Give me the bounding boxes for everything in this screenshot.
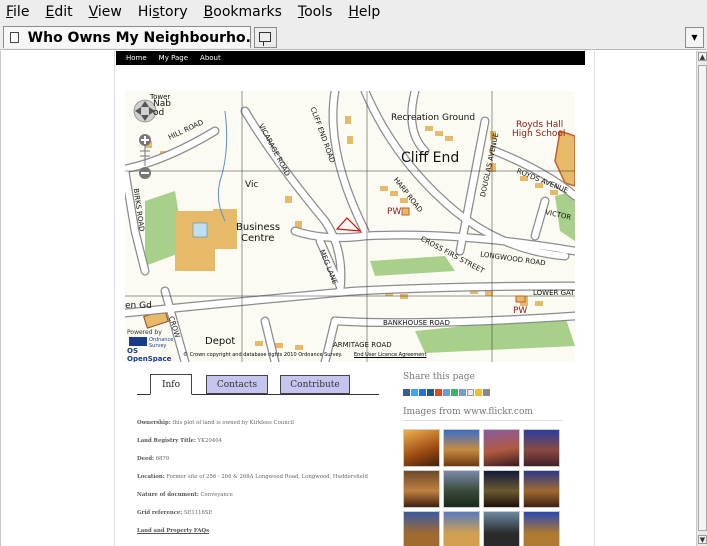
tab-info[interactable]: Info [150, 374, 192, 395]
document-icon [10, 32, 19, 43]
print-icon[interactable] [483, 389, 490, 396]
map-label-cliff-end: Cliff End [401, 150, 460, 166]
map-copyright: © Crown copyright and database rights 20… [183, 352, 343, 358]
browser-tab[interactable]: Who Owns My Neighbourho... [3, 26, 251, 48]
menu-tools[interactable]: Tools [298, 0, 333, 24]
flickr-image[interactable] [403, 511, 440, 546]
menu-file[interactable]: File [6, 0, 29, 24]
site-nav: Home My Page About [116, 51, 585, 65]
menu-help[interactable]: Help [348, 0, 380, 24]
tab-contacts[interactable]: Contacts [206, 375, 268, 394]
nav-about-link[interactable]: About [200, 54, 221, 62]
licence-agreement-link[interactable]: End User Licence Agreement [354, 352, 426, 358]
flickr-image[interactable] [443, 470, 480, 508]
tab-title: Who Owns My Neighbourho... [27, 29, 250, 46]
map-label-lower-gate: LOWER GATE [533, 289, 575, 297]
location-label: Location: [137, 474, 165, 480]
info-tabs: Info Contacts Contribute [137, 373, 379, 395]
menu-view[interactable]: View [89, 0, 122, 24]
menu-edit[interactable]: Edit [45, 0, 72, 24]
grid-reference-value: SE1116SE [183, 510, 213, 516]
flickr-image[interactable] [523, 511, 560, 546]
map-label-recreation-ground: Recreation Ground [391, 113, 476, 123]
map-attribution: © Crown copyright and database rights 20… [183, 352, 426, 358]
flickr-image[interactable] [483, 511, 520, 546]
nav-mypage-link[interactable]: My Page [159, 54, 188, 62]
digg-icon[interactable] [427, 389, 434, 396]
flickr-image[interactable] [403, 470, 440, 508]
map-label-bankhouse-road: BANKHOUSE ROAD [383, 319, 450, 327]
os-powered-by: Powered by [127, 329, 162, 336]
flickr-image[interactable] [443, 511, 480, 546]
share-icons [403, 389, 491, 396]
email-icon[interactable] [467, 389, 474, 396]
new-tab-icon [259, 32, 271, 46]
os-openspace-text: OS OpenSpace [127, 347, 172, 362]
flickr-image[interactable] [483, 470, 520, 508]
twitter-icon[interactable] [411, 389, 418, 396]
nature-value: Conveyance [200, 492, 233, 498]
map-label-pw-1: PW [387, 207, 402, 217]
grid-reference-label: Grid reference: [137, 510, 183, 516]
menu-history[interactable]: History [138, 0, 188, 24]
flickr-image[interactable] [523, 429, 560, 467]
flickr-image[interactable] [403, 429, 440, 467]
web-page: Home My Page About Tower Nab od Recreati… [114, 51, 595, 546]
new-tab-button[interactable] [254, 27, 277, 48]
map-label-od: od [153, 108, 165, 118]
map-label-pw-2: PW [513, 306, 528, 316]
menubar: File Edit View History Bookmarks Tools H… [0, 0, 707, 24]
land-property-faqs-link[interactable]: Land and Property FAQs [137, 528, 209, 534]
map-label-armitage-road: ARMITAGE ROAD [333, 341, 392, 349]
scroll-up-icon[interactable]: ▲ [698, 52, 707, 61]
map-label-centre: Centre [241, 233, 275, 244]
stumbleupon-icon[interactable] [435, 389, 442, 396]
ownership-value: this plot of land is owned by Kirklees C… [172, 420, 294, 426]
flickr-image[interactable] [443, 429, 480, 467]
chevron-down-icon: ▼ [691, 33, 698, 42]
map-view[interactable]: Tower Nab od Recreation Ground Royds Hal… [125, 91, 575, 362]
flickr-heading: Images from www.flickr.com [403, 407, 563, 421]
vertical-scrollbar[interactable]: ▲ ▼ [696, 51, 707, 546]
deed-label: Deed: [137, 456, 154, 462]
reddit-icon[interactable] [443, 389, 450, 396]
scrollbar-thumb[interactable] [698, 65, 707, 531]
menu-bookmarks[interactable]: Bookmarks [204, 0, 282, 24]
nature-label: Nature of document: [137, 492, 199, 498]
flickr-image[interactable] [523, 470, 560, 508]
location-value: Former site of 256 - 266 & 268A Longwood… [166, 474, 368, 480]
ownership-label: Ownership: [137, 420, 171, 426]
facebook-icon[interactable] [403, 389, 410, 396]
map-label-vic: Vic [245, 180, 259, 190]
tab-contribute[interactable]: Contribute [280, 375, 350, 394]
map-label-business: Business [236, 222, 281, 233]
flickr-image[interactable] [483, 429, 520, 467]
map-label-en-gd: en Gd [125, 301, 152, 311]
delicious-icon[interactable] [419, 389, 426, 396]
nav-home-link[interactable]: Home [126, 54, 147, 62]
tab-list-button[interactable]: ▼ [685, 27, 704, 48]
content-viewport: Home My Page About Tower Nab od Recreati… [0, 51, 696, 546]
tab-bar: Who Owns My Neighbourho... ▼ [0, 24, 707, 50]
ordnance-survey-icon [129, 337, 147, 346]
favorite-icon[interactable] [475, 389, 482, 396]
map-label-depot: Depot [205, 336, 236, 347]
os-openspace-logo[interactable]: Powered by Ordnance Survey OS OpenSpace [127, 329, 181, 362]
google-icon[interactable] [451, 389, 458, 396]
land-registry-value: YK20404 [197, 438, 222, 444]
map-label-high-school: High School [512, 129, 566, 139]
scroll-down-icon[interactable]: ▼ [698, 535, 707, 544]
map-canvas [125, 91, 575, 362]
land-registry-label: Land Registry Title: [137, 438, 196, 444]
share-heading: Share this page [403, 372, 475, 382]
deed-value: 6879 [155, 456, 170, 462]
myspace-icon[interactable] [459, 389, 466, 396]
